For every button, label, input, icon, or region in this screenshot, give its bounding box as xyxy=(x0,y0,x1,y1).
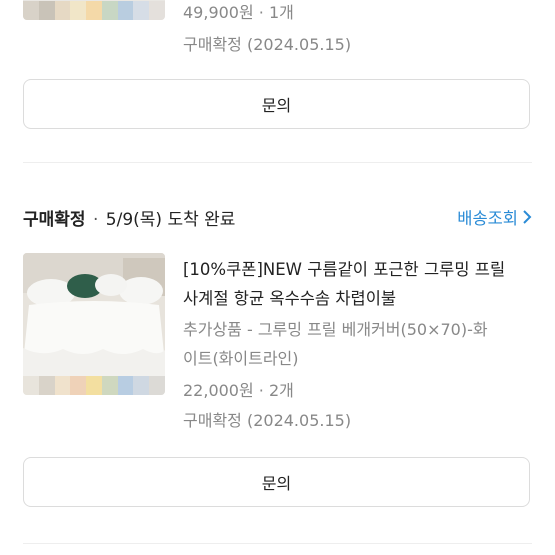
inquiry-button[interactable]: 문의 xyxy=(23,457,530,507)
inquiry-button[interactable]: 문의 xyxy=(23,79,530,129)
divider xyxy=(23,543,532,544)
option-line1: 추가상품 - 그루밍 프릴 베개커버(50×70)-화 xyxy=(183,320,488,339)
color-swatch xyxy=(38,1,55,20)
product-title-line2[interactable]: 사계절 항균 옥수수솜 차렵이불 xyxy=(183,285,396,309)
color-swatch xyxy=(54,1,71,20)
color-swatch xyxy=(149,1,165,20)
color-swatch xyxy=(54,376,71,395)
product-title-line1[interactable]: [10%쿠폰]NEW 구름같이 포근한 그루밍 프릴 xyxy=(183,256,505,280)
color-swatch xyxy=(23,1,39,20)
color-swatch xyxy=(133,1,150,20)
color-swatch xyxy=(117,376,134,395)
bedding-photo xyxy=(23,253,165,376)
chevron-right-icon xyxy=(523,210,532,224)
tracking-link[interactable]: 배송조회 xyxy=(457,205,532,229)
purchase-confirmed-date: 구매확정 (2024.05.15) xyxy=(183,35,352,54)
color-swatches xyxy=(23,376,165,395)
color-swatch xyxy=(70,376,87,395)
color-swatch xyxy=(86,1,102,20)
color-swatch xyxy=(101,376,118,395)
tracking-label: 배송조회 xyxy=(457,209,518,228)
color-swatch xyxy=(70,1,87,20)
color-swatch xyxy=(23,376,39,395)
purchase-confirmed-date: 구매확정 (2024.05.15) xyxy=(183,411,352,430)
price-quantity: 22,000원 · 2개 xyxy=(183,381,294,400)
color-swatch xyxy=(117,1,134,20)
divider xyxy=(23,162,532,163)
color-swatches xyxy=(23,1,165,20)
product-thumbnail-2[interactable] xyxy=(23,253,165,395)
order-status: 구매확정 xyxy=(23,210,86,230)
color-swatch xyxy=(38,376,55,395)
color-swatch xyxy=(86,376,102,395)
price-quantity: 49,900원 · 1개 xyxy=(183,3,294,22)
color-swatch xyxy=(149,376,165,395)
order-status-line: 구매확정 · 5/9(목) 도착 완료 xyxy=(23,210,236,230)
color-swatch xyxy=(101,1,118,20)
color-swatch xyxy=(133,376,150,395)
option-line2: 이트(화이트라인) xyxy=(183,349,299,368)
product-thumbnail-1[interactable] xyxy=(23,0,165,20)
delivery-status: 5/9(목) 도착 완료 xyxy=(105,210,236,230)
